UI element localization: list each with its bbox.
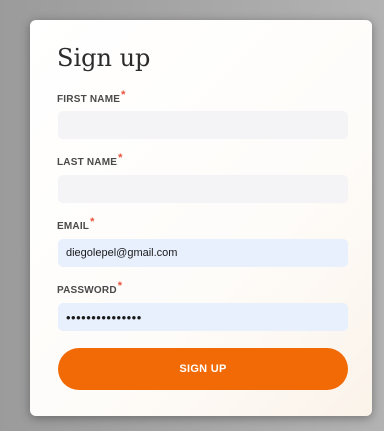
password-input[interactable] xyxy=(58,303,348,331)
password-label-text: PASSWORD xyxy=(57,285,117,296)
sign-up-button[interactable]: SIGN UP xyxy=(58,348,348,390)
email-input[interactable] xyxy=(58,239,348,267)
first-name-label-text: FIRST NAME xyxy=(57,94,121,105)
last-name-label: LAST NAME* xyxy=(57,152,123,169)
required-marker: * xyxy=(118,152,123,164)
required-marker: * xyxy=(90,216,95,228)
last-name-input[interactable] xyxy=(58,175,348,203)
required-marker: * xyxy=(117,280,123,292)
required-marker: * xyxy=(121,89,126,101)
password-label: PASSWORD* xyxy=(57,280,122,297)
first-name-label: FIRST NAME* xyxy=(57,89,126,106)
first-name-input[interactable] xyxy=(58,111,348,139)
email-label: EMAIL* xyxy=(57,216,95,233)
email-label-text: EMAIL xyxy=(57,221,90,232)
last-name-label-text: LAST NAME xyxy=(57,157,118,168)
signup-card: Sign up FIRST NAME* LAST NAME* EMAIL* PA… xyxy=(30,20,372,416)
page-title: Sign up xyxy=(57,44,151,72)
